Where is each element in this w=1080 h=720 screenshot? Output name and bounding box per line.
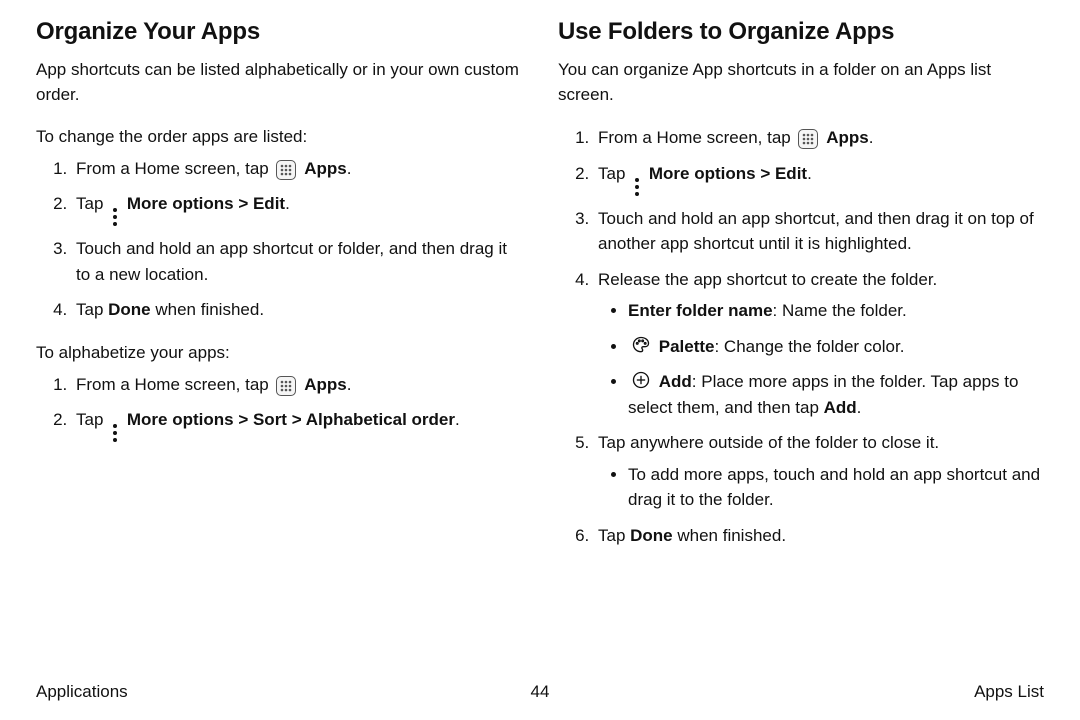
option-text: : Name the folder. — [773, 301, 907, 320]
done-label: Done — [108, 300, 151, 319]
step-text: From a Home screen, tap — [598, 128, 795, 147]
step-text: . — [285, 194, 290, 213]
step-text: From a Home screen, tap — [76, 159, 273, 178]
done-label: Done — [630, 526, 673, 545]
change-order-step-2: Tap More options > Edit. — [72, 191, 522, 226]
palette-label: Palette — [659, 337, 715, 356]
option-text: . — [857, 398, 862, 417]
step-text: . — [807, 164, 812, 183]
sep: > — [287, 410, 306, 429]
step-text: From a Home screen, tap — [76, 375, 273, 394]
change-order-step-1: From a Home screen, tap Apps. — [72, 156, 522, 182]
step-text: when finished. — [151, 300, 264, 319]
more-options-label: More options — [649, 164, 756, 183]
step-text: . — [455, 410, 460, 429]
page-footer: Applications 44 Apps List — [36, 682, 1044, 702]
sep: > — [756, 164, 775, 183]
step-text: . — [869, 128, 874, 147]
edit-label: Edit — [775, 164, 807, 183]
folders-step-1: From a Home screen, tap Apps. — [594, 125, 1044, 151]
folders-intro: You can organize App shortcuts in a fold… — [558, 58, 1044, 107]
folders-step-5: Tap anywhere outside of the folder to cl… — [594, 430, 1044, 513]
step-text: when finished. — [673, 526, 786, 545]
footer-page-number: 44 — [36, 682, 1044, 702]
folders-step-4: Release the app shortcut to create the f… — [594, 267, 1044, 421]
step-text: . — [347, 375, 352, 394]
apps-grid-icon — [276, 160, 296, 180]
organize-intro: App shortcuts can be listed alphabetical… — [36, 58, 522, 107]
folder-option-palette: Palette: Change the folder color. — [628, 334, 1044, 360]
step-text: Release the app shortcut to create the f… — [598, 270, 937, 289]
folders-step-3: Touch and hold an app shortcut, and then… — [594, 206, 1044, 257]
more-options-label: More options — [127, 194, 234, 213]
apps-label: Apps — [826, 128, 869, 147]
step-text: Tap — [598, 164, 630, 183]
change-order-step-4: Tap Done when finished. — [72, 297, 522, 323]
step-text: Tap — [76, 300, 108, 319]
step-text: Tap — [76, 194, 108, 213]
sep: > — [234, 410, 253, 429]
alphabetize-lead: To alphabetize your apps: — [36, 341, 522, 366]
alphabetize-step-1: From a Home screen, tap Apps. — [72, 372, 522, 398]
alphabetical-label: Alphabetical order — [306, 410, 455, 429]
folders-step-6: Tap Done when finished. — [594, 523, 1044, 549]
left-column: Organize Your Apps App shortcuts can be … — [36, 18, 522, 558]
add-bold: Add — [824, 398, 857, 417]
sep: > — [234, 194, 253, 213]
folders-steps: From a Home screen, tap Apps. Tap More o… — [558, 125, 1044, 548]
step-text: . — [347, 159, 352, 178]
organize-heading: Organize Your Apps — [36, 18, 522, 46]
step-text: Tap anywhere outside of the folder to cl… — [598, 433, 939, 452]
two-column-layout: Organize Your Apps App shortcuts can be … — [36, 18, 1044, 558]
apps-label: Apps — [304, 375, 347, 394]
option-text: : Change the folder color. — [714, 337, 904, 356]
apps-label: Apps — [304, 159, 347, 178]
change-order-lead: To change the order apps are listed: — [36, 125, 522, 150]
folders-heading: Use Folders to Organize Apps — [558, 18, 1044, 46]
step5-sublist: To add more apps, touch and hold an app … — [598, 462, 1044, 513]
right-column: Use Folders to Organize Apps You can org… — [558, 18, 1044, 558]
more-options-icon — [111, 208, 119, 226]
step5-sub-1: To add more apps, touch and hold an app … — [628, 462, 1044, 513]
palette-icon — [631, 335, 651, 355]
more-options-icon — [633, 178, 641, 196]
folder-option-add: Add: Place more apps in the folder. Tap … — [628, 369, 1044, 420]
add-circle-icon — [631, 370, 651, 390]
folders-step-2: Tap More options > Edit. — [594, 161, 1044, 196]
folder-options-list: Enter folder name: Name the folder. Pale… — [598, 298, 1044, 420]
more-options-label: More options — [127, 410, 234, 429]
apps-grid-icon — [798, 129, 818, 149]
change-order-steps: From a Home screen, tap Apps. Tap More o… — [36, 156, 522, 323]
folder-option-name: Enter folder name: Name the folder. — [628, 298, 1044, 324]
step-text: Tap — [598, 526, 630, 545]
add-label: Add — [659, 372, 692, 391]
enter-folder-name-label: Enter folder name — [628, 301, 773, 320]
apps-grid-icon — [276, 376, 296, 396]
change-order-step-3: Touch and hold an app shortcut or folder… — [72, 236, 522, 287]
more-options-icon — [111, 424, 119, 442]
alphabetize-steps: From a Home screen, tap Apps. Tap More o… — [36, 372, 522, 443]
step-text: Tap — [76, 410, 108, 429]
alphabetize-step-2: Tap More options > Sort > Alphabetical o… — [72, 407, 522, 442]
edit-label: Edit — [253, 194, 285, 213]
sort-label: Sort — [253, 410, 287, 429]
